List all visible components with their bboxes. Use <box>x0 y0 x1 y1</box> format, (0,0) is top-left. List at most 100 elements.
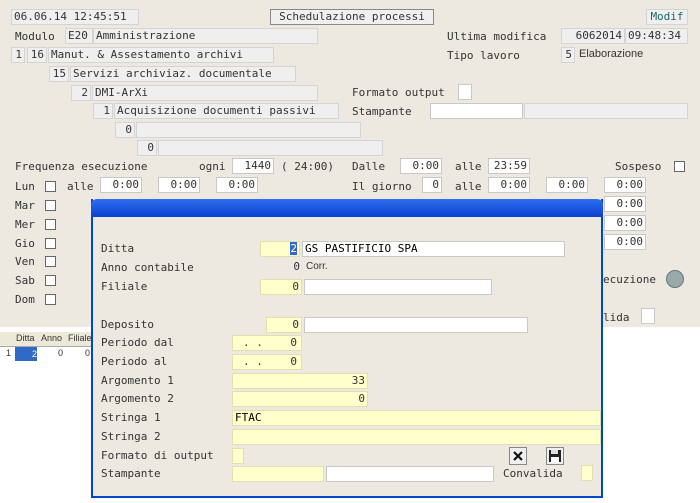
extra-time-3[interactable]: 0:00 <box>604 196 646 212</box>
grid-cell-ditta[interactable]: 2 <box>15 347 37 361</box>
close-icon <box>513 451 523 461</box>
grid-cell-anno[interactable]: 0 <box>58 348 63 358</box>
grid-header-ditta[interactable]: Ditta <box>16 333 35 343</box>
stringa1-label: Stringa 1 <box>101 411 161 424</box>
save-button[interactable] <box>546 447 564 465</box>
filiale-name-field <box>304 279 492 295</box>
formato-output-label: Formato output <box>352 86 445 99</box>
day-checkbox-sab[interactable] <box>45 275 56 286</box>
deposito-label: Deposito <box>101 318 154 331</box>
extra-time-2[interactable]: 0:00 <box>604 177 646 193</box>
il-giorno-field[interactable]: 0 <box>422 177 442 193</box>
day-label-ven: Ven <box>15 255 35 268</box>
tree-level5-num[interactable]: 0 <box>115 122 135 138</box>
stampante-field[interactable] <box>430 103 523 119</box>
day-label-mar: Mar <box>15 199 35 212</box>
day-checkbox-lun[interactable] <box>45 181 56 192</box>
formato-di-output-label: Formato di output <box>101 449 214 462</box>
datetime-display: 06.06.14 12:45:51 <box>11 9 139 25</box>
il-giorno-alle-label: alle <box>455 180 482 193</box>
day-label-gio: Gio <box>15 237 35 250</box>
stringa2-label: Stringa 2 <box>101 430 161 443</box>
stampante-label: Stampante <box>352 105 412 118</box>
extra-time-1[interactable]: 0:00 <box>546 177 588 193</box>
convalida-partial-label: lida <box>603 311 630 324</box>
argomento2-label: Argomento 2 <box>101 392 174 405</box>
formato-output-field[interactable] <box>458 84 472 100</box>
dalle-label: Dalle <box>352 160 386 173</box>
cancel-button[interactable] <box>509 447 527 465</box>
argomento2-field[interactable]: 0 <box>232 391 368 407</box>
tree-level3-num[interactable]: 2 <box>71 85 91 101</box>
dalle-field[interactable]: 0:00 <box>400 158 442 174</box>
anno-contabile-field[interactable]: 0 <box>288 260 302 276</box>
sospeso-label: Sospeso <box>615 160 662 173</box>
day-checkbox-ven[interactable] <box>45 256 56 267</box>
argomento1-label: Argomento 1 <box>101 374 174 387</box>
ogni-field[interactable]: 1440 <box>232 158 274 174</box>
modif-button[interactable]: Modif <box>646 9 688 25</box>
day-label-dom: Dom <box>15 293 35 306</box>
sospeso-checkbox[interactable] <box>674 161 685 172</box>
day-checkbox-mar[interactable] <box>45 200 56 211</box>
tree-level2-num[interactable]: 15 <box>49 66 69 82</box>
day-checkbox-dom[interactable] <box>45 294 56 305</box>
day-time-lun-2[interactable]: 0:00 <box>158 177 200 193</box>
alle-field[interactable]: 23:59 <box>488 158 530 174</box>
periodo-dal-field[interactable]: . .0 <box>232 335 302 351</box>
grid-header: Ditta Anno Filiale <box>0 332 93 347</box>
periodo-al-label: Periodo al <box>101 355 168 368</box>
day-label-sab: Sab <box>15 274 35 287</box>
modulo-label: Modulo <box>15 30 55 43</box>
tree-level6-num[interactable]: 0 <box>137 140 157 156</box>
tree-level4-num[interactable]: 1 <box>93 103 113 119</box>
schedulazione-processi-button[interactable]: Schedulazione processi <box>270 9 434 25</box>
esecuzione-run-icon[interactable] <box>666 270 684 288</box>
esecuzione-label: ecuzione <box>603 273 656 286</box>
tipo-lavoro-name: Elaborazione <box>579 48 644 60</box>
dialog-titlebar[interactable] <box>91 199 603 217</box>
extra-time-5[interactable]: 0:00 <box>604 234 646 250</box>
modulo-name-field: Amministrazione <box>93 28 318 44</box>
il-giorno-alle-field[interactable]: 0:00 <box>488 177 530 193</box>
extra-time-4[interactable]: 0:00 <box>604 215 646 231</box>
tree-level3-name: DMI-ArXi <box>92 85 318 101</box>
ultima-modifica-time: 09:48:34 <box>625 28 688 44</box>
convalida-main-field[interactable] <box>641 308 655 324</box>
tipo-lavoro-code[interactable]: 5 <box>561 47 575 63</box>
periodo-al-field[interactable]: . .0 <box>232 354 302 370</box>
grid-header-filiale[interactable]: Filiale <box>68 333 92 343</box>
periodo-dal-label: Periodo dal <box>101 336 174 349</box>
ultima-modifica-label: Ultima modifica <box>447 30 547 43</box>
argomento1-field[interactable]: 33 <box>232 373 368 389</box>
stringa1-field[interactable]: FTAC <box>232 410 601 426</box>
ditta-label: Ditta <box>101 242 135 255</box>
day-time-lun-1[interactable]: 0:00 <box>100 177 142 193</box>
ogni-label: ogni <box>199 160 226 173</box>
dialog-stampante-desc <box>326 466 494 482</box>
tree-level1-b[interactable]: 16 <box>27 47 47 63</box>
day-time-lun-3[interactable]: 0:00 <box>216 177 258 193</box>
ogni-hours: ( 24:00) <box>281 160 334 173</box>
convalida-field[interactable] <box>581 465 593 481</box>
deposito-field[interactable]: 0 <box>266 317 302 333</box>
tree-level2-name: Servizi archiviaz. documentale <box>70 66 296 82</box>
tree-level1-a[interactable]: 1 <box>11 47 25 63</box>
day-checkbox-gio[interactable] <box>45 238 56 249</box>
tree-level1-name: Manut. & Assestamento archivi <box>48 47 274 63</box>
dialog-stampante-field[interactable] <box>232 466 324 482</box>
table-row[interactable]: 1 2 0 0 <box>0 347 93 361</box>
modulo-code-field[interactable]: E20 <box>65 28 93 44</box>
grid-row-index: 1 <box>6 348 12 358</box>
stringa2-field[interactable] <box>232 429 601 445</box>
grid-header-anno[interactable]: Anno <box>41 333 62 343</box>
ultima-modifica-date: 6062014 <box>561 28 625 44</box>
formato-di-output-field[interactable] <box>232 448 244 464</box>
ditta-field[interactable]: 2 <box>260 241 300 257</box>
stampante-desc-field <box>524 103 688 119</box>
alle-label: alle <box>455 160 482 173</box>
day-checkbox-mer[interactable] <box>45 219 56 230</box>
parameters-dialog: Ditta 2 GS PASTIFICIO SPA Anno contabile… <box>91 199 603 498</box>
grid-cell-filiale[interactable]: 0 <box>85 348 90 358</box>
filiale-field[interactable]: 0 <box>260 279 302 295</box>
